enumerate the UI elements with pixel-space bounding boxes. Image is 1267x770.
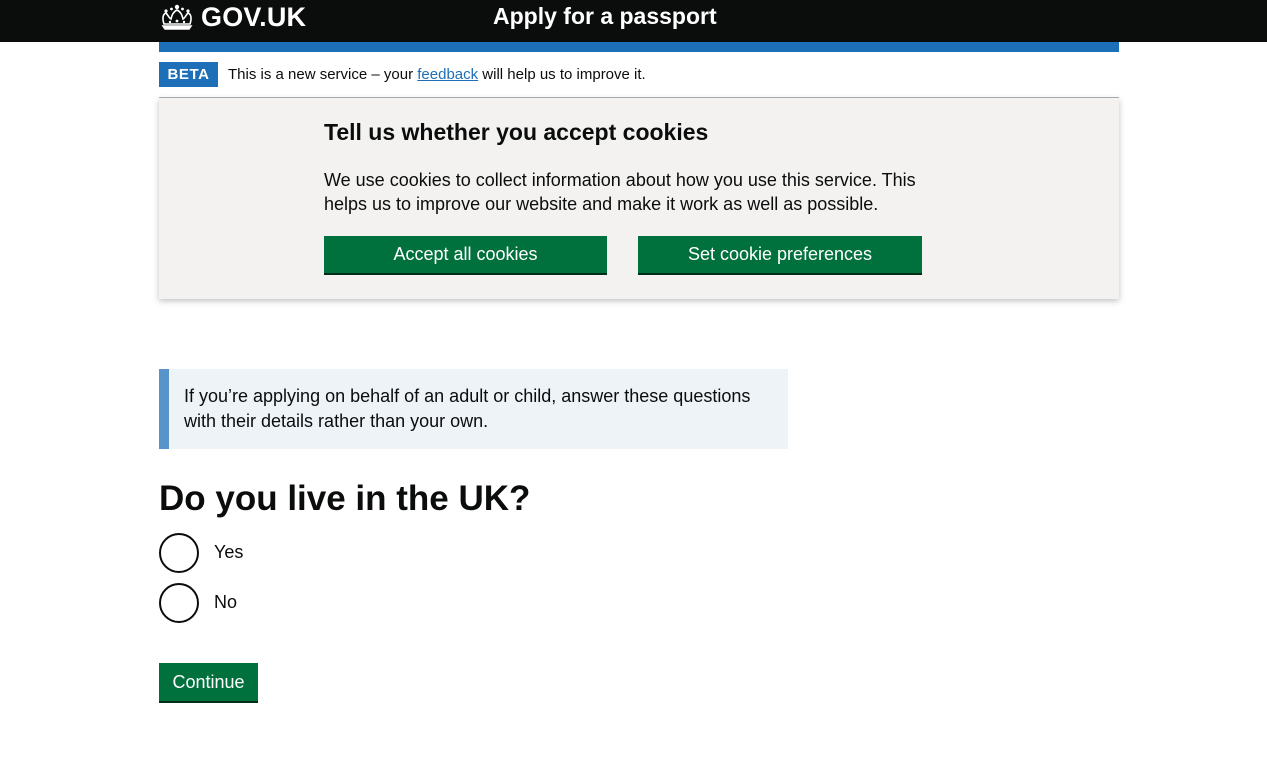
radio-button-yes[interactable] <box>159 533 199 573</box>
inset-text-box: If you’re applying on behalf of an adult… <box>159 369 788 449</box>
cookie-banner-text: We use cookies to collect information ab… <box>324 170 916 214</box>
phase-text-before: This is a new service – your <box>228 66 418 83</box>
continue-button[interactable]: Continue <box>159 663 258 701</box>
cookie-banner: Tell us whether you accept cookies We us… <box>159 98 1119 299</box>
beta-tag: BETA <box>159 62 218 87</box>
radio-option-yes[interactable]: Yes <box>159 533 459 573</box>
govuk-logo-link[interactable]: GOV.UK <box>159 2 306 32</box>
cookie-preferences-button[interactable]: Set cookie preferences <box>638 236 922 273</box>
feedback-link[interactable]: feedback <box>417 66 478 83</box>
page-title: Do you live in the UK? <box>159 479 531 518</box>
radio-button-no[interactable] <box>159 583 199 623</box>
accept-cookies-button[interactable]: Accept all cookies <box>324 236 607 273</box>
radio-option-no[interactable]: No <box>159 583 459 623</box>
logo-text: GOV.UK <box>201 1 307 32</box>
crown-icon <box>161 4 193 30</box>
header-blue-bar <box>159 42 1119 52</box>
service-name-link[interactable]: Apply for a passport <box>493 3 717 30</box>
radio-label-no[interactable]: No <box>214 592 237 613</box>
radio-label-yes[interactable]: Yes <box>214 542 243 563</box>
phase-text-after: will help us to improve it. <box>478 66 646 83</box>
site-header: GOV.UK Apply for a passport <box>0 0 1267 42</box>
phase-banner: BETA This is a new service – your feedba… <box>159 62 1119 98</box>
cookie-banner-heading: Tell us whether you accept cookies <box>324 119 709 145</box>
inset-text: If you’re applying on behalf of an adult… <box>184 386 751 431</box>
phase-banner-text: This is a new service – your feedback wi… <box>228 66 646 83</box>
